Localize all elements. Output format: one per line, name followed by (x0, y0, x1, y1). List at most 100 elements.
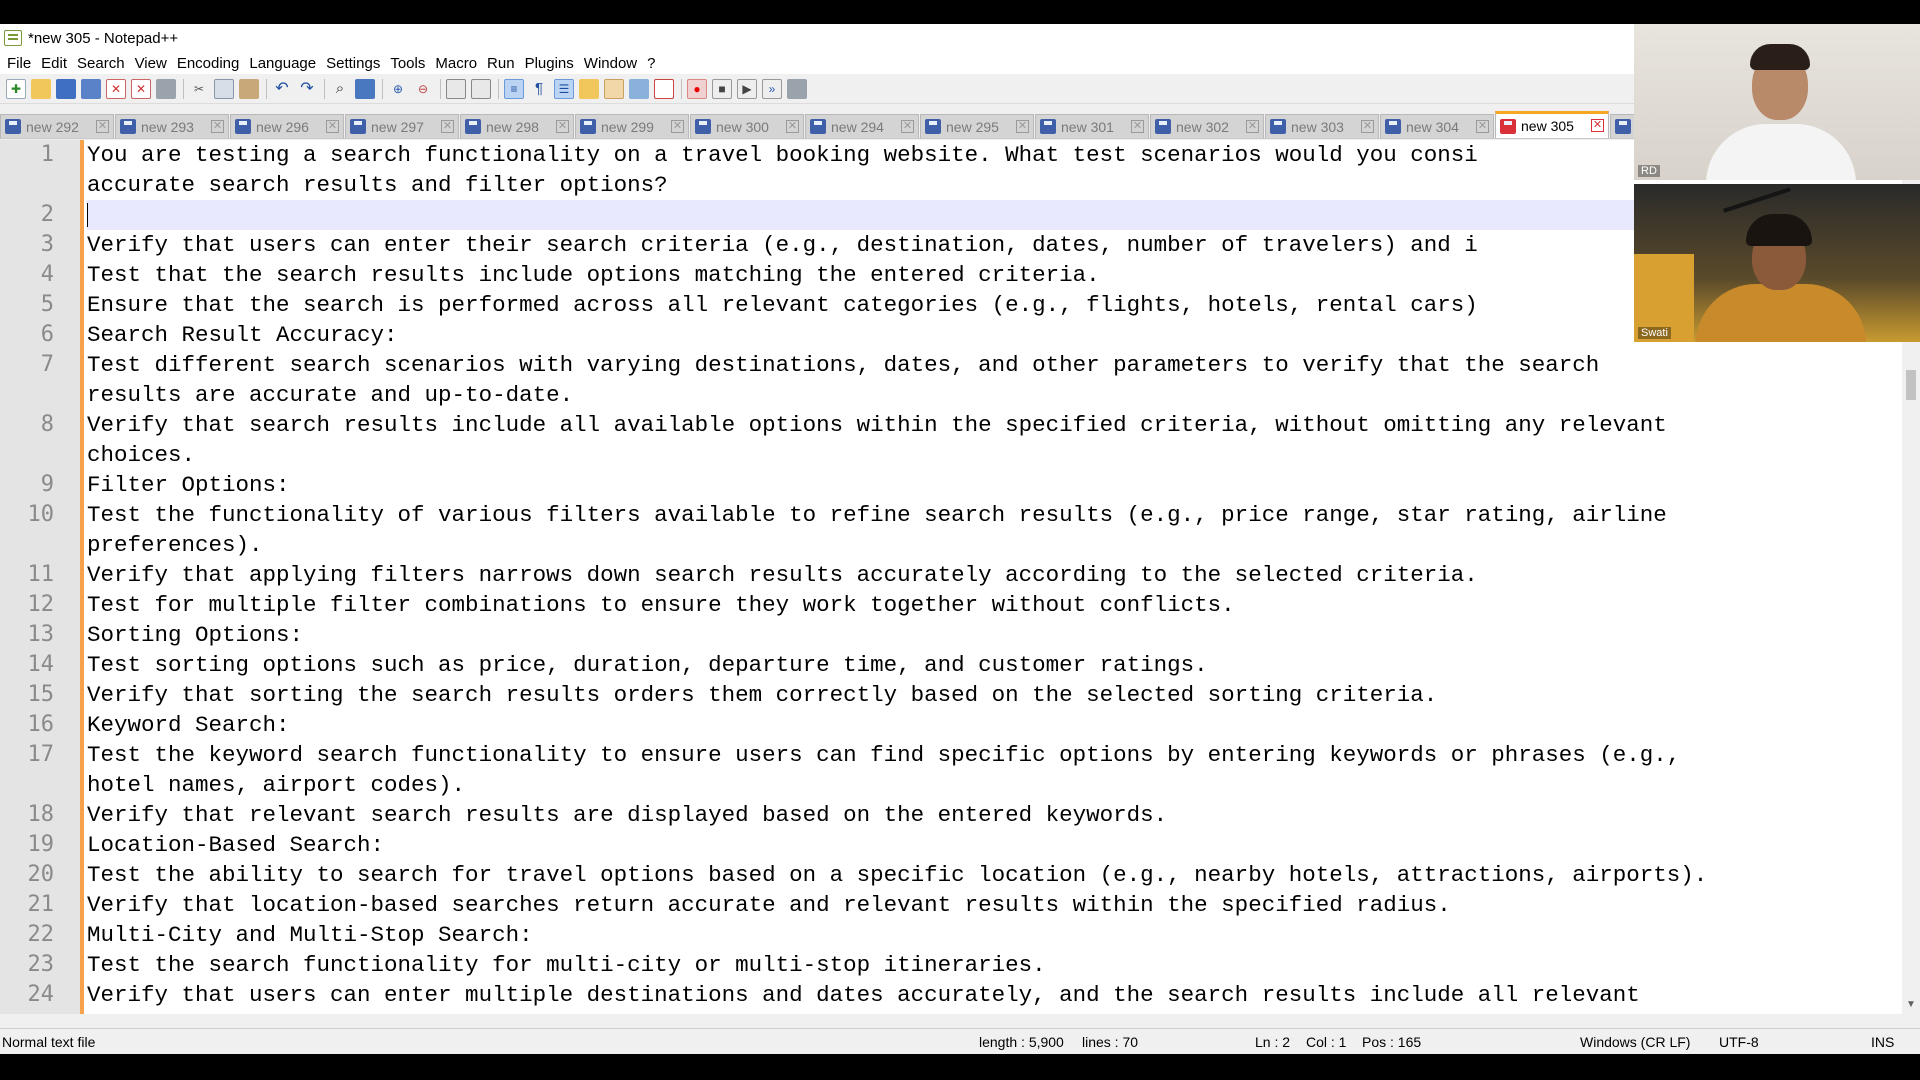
tab-new-294[interactable]: new 294 ✕ (805, 114, 919, 138)
run-macro-multiple-icon[interactable]: » (762, 78, 782, 99)
line-text[interactable]: Test the functionality of various filter… (87, 500, 1897, 530)
line-text[interactable]: Test different search scenarios with var… (87, 350, 1897, 380)
zoom-out-icon[interactable]: ⊖ (413, 79, 433, 99)
line-text[interactable]: Verify that search results include all a… (87, 410, 1897, 440)
menu-file[interactable]: File (4, 55, 38, 72)
tab-new-292[interactable]: new 292 ✕ (0, 114, 114, 138)
menu-edit[interactable]: Edit (38, 55, 74, 72)
tab-new-298[interactable]: new 298 ✕ (460, 114, 574, 138)
tab-new-303[interactable]: new 303 ✕ (1265, 114, 1379, 138)
print-icon[interactable] (156, 78, 176, 99)
tab-new-301[interactable]: new 301 ✕ (1035, 114, 1149, 138)
status-encoding[interactable]: UTF-8 (1719, 1034, 1759, 1050)
line-text[interactable]: Location-Based Search: (87, 830, 1897, 860)
close-icon[interactable]: ✕ (106, 78, 126, 99)
status-insert-mode[interactable]: INS (1871, 1034, 1894, 1050)
scroll-down-arrow-icon[interactable]: ▼ (1906, 999, 1916, 1010)
line-text[interactable]: results are accurate and up-to-date. (87, 380, 1897, 410)
line-text[interactable]: Sorting Options: (87, 620, 1897, 650)
line-text[interactable]: accurate search results and filter optio… (87, 170, 1897, 200)
close-all-icon[interactable]: ✕ (131, 78, 151, 99)
function-list-icon[interactable] (604, 78, 624, 99)
tab-close-icon[interactable]: ✕ (1476, 120, 1489, 133)
scrollbar-thumb[interactable] (1906, 370, 1916, 400)
record-macro-icon[interactable]: ● (687, 78, 707, 99)
menu-macro[interactable]: Macro (432, 55, 484, 72)
replace-icon[interactable] (355, 78, 375, 99)
word-wrap-icon[interactable]: ≡ (504, 78, 524, 99)
menu-search[interactable]: Search (74, 55, 132, 72)
menu-view[interactable]: View (132, 55, 174, 72)
line-text[interactable]: Test the keyword search functionality to… (87, 740, 1897, 770)
tab-new-293[interactable]: new 293 ✕ (115, 114, 229, 138)
menu-run[interactable]: Run (484, 55, 522, 72)
paste-icon[interactable] (239, 78, 259, 99)
tab-close-icon[interactable]: ✕ (326, 120, 339, 133)
tab-close-icon[interactable]: ✕ (786, 120, 799, 133)
tab-new-300[interactable]: new 300 ✕ (690, 114, 804, 138)
zoom-in-icon[interactable]: ⊕ (388, 79, 408, 99)
line-text[interactable]: hotel names, airport codes). (87, 770, 1897, 800)
document-map-icon[interactable] (579, 78, 599, 99)
tab-new-295[interactable]: new 295 ✕ (920, 114, 1034, 138)
menu-language[interactable]: Language (246, 55, 323, 72)
tab-close-icon[interactable]: ✕ (1131, 120, 1144, 133)
tab-new-302[interactable]: new 302 ✕ (1150, 114, 1264, 138)
tab-close-icon[interactable]: ✕ (211, 120, 224, 133)
menu-window[interactable]: Window (581, 55, 644, 72)
indent-guide-icon[interactable]: ☰ (554, 78, 574, 99)
tab-close-icon[interactable]: ✕ (901, 120, 914, 133)
line-text[interactable]: Test that the search results include opt… (87, 260, 1897, 290)
line-text[interactable]: Search Result Accuracy: (87, 320, 1897, 350)
tab-close-icon[interactable]: ✕ (96, 120, 109, 133)
show-all-chars-icon[interactable]: ¶ (529, 79, 549, 99)
menu-tools[interactable]: Tools (387, 55, 432, 72)
line-text[interactable]: You are testing a search functionality o… (87, 140, 1897, 170)
tab-close-icon[interactable]: ✕ (441, 120, 454, 133)
new-file-icon[interactable]: ✚ (6, 78, 26, 99)
line-text[interactable]: choices. (87, 440, 1897, 470)
tab-new-297[interactable]: new 297 ✕ (345, 114, 459, 138)
line-text[interactable]: Verify that users can enter their search… (87, 230, 1897, 260)
line-text[interactable]: Verify that location-based searches retu… (87, 890, 1897, 920)
line-text[interactable]: Test for multiple filter combinations to… (87, 590, 1897, 620)
tab-new-296[interactable]: new 296 ✕ (230, 114, 344, 138)
undo-icon[interactable]: ↶ (272, 79, 292, 99)
line-text[interactable]: preferences). (87, 530, 1897, 560)
save-macro-icon[interactable] (787, 78, 807, 99)
redo-icon[interactable]: ↷ (297, 79, 317, 99)
line-text[interactable]: Verify that users can enter multiple des… (87, 980, 1897, 1010)
tab-close-icon[interactable]: ✕ (1361, 120, 1374, 133)
save-icon[interactable] (56, 78, 76, 99)
menu-plugins[interactable]: Plugins (522, 55, 581, 72)
line-text[interactable]: Ensure that the search is performed acro… (87, 290, 1897, 320)
tab-close-icon[interactable]: ✕ (556, 120, 569, 133)
line-text[interactable]: Multi-City and Multi-Stop Search: (87, 920, 1897, 950)
menu-help[interactable]: ? (644, 55, 662, 72)
line-text[interactable]: Test the search functionality for multi-… (87, 950, 1897, 980)
line-text[interactable]: Verify that sorting the search results o… (87, 680, 1897, 710)
tab-close-icon[interactable]: ✕ (671, 120, 684, 133)
status-eol[interactable]: Windows (CR LF) (1580, 1034, 1690, 1050)
sync-vertical-icon[interactable] (446, 78, 466, 99)
line-text[interactable]: Test the ability to search for travel op… (87, 860, 1897, 890)
tab-new-304[interactable]: new 304 ✕ (1380, 114, 1494, 138)
monitoring-icon[interactable] (654, 78, 674, 99)
cut-icon[interactable]: ✂ (189, 79, 209, 99)
sync-horizontal-icon[interactable] (471, 78, 491, 99)
line-text[interactable]: Verify that applying filters narrows dow… (87, 560, 1897, 590)
open-file-icon[interactable] (31, 78, 51, 99)
folder-workspace-icon[interactable] (629, 78, 649, 99)
tab-close-icon[interactable]: ✕ (1591, 119, 1604, 132)
menu-encoding[interactable]: Encoding (174, 55, 247, 72)
find-icon[interactable]: ⌕ (330, 79, 350, 99)
tab-new-299[interactable]: new 299 ✕ (575, 114, 689, 138)
line-text-current[interactable] (87, 200, 1897, 230)
copy-icon[interactable] (214, 78, 234, 99)
menu-settings[interactable]: Settings (323, 55, 387, 72)
line-text[interactable]: Keyword Search: (87, 710, 1897, 740)
tab-close-icon[interactable]: ✕ (1016, 120, 1029, 133)
line-text[interactable]: Verify that relevant search results are … (87, 800, 1897, 830)
line-text[interactable]: Filter Options: (87, 470, 1897, 500)
save-all-icon[interactable] (81, 78, 101, 99)
